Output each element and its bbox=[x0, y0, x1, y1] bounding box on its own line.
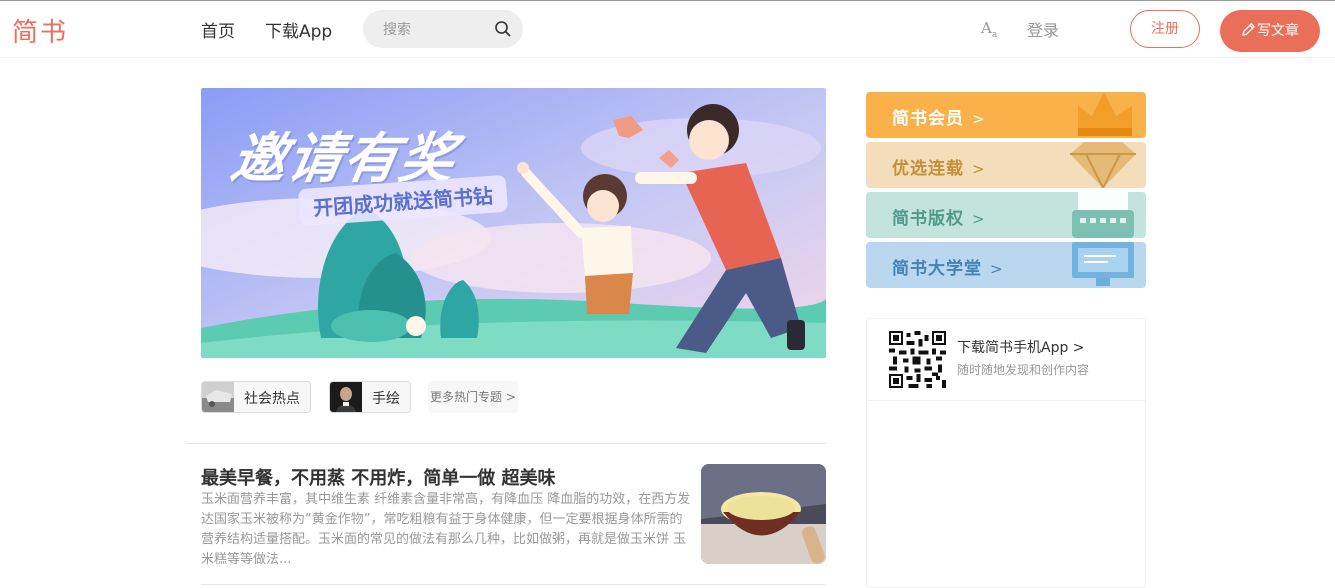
article-thumbnail[interactable] bbox=[701, 464, 826, 564]
sidebar-card-label: 简书会员 > bbox=[892, 104, 986, 129]
topic-thumbnail bbox=[202, 382, 234, 412]
chevron-right-icon: > bbox=[972, 160, 986, 178]
screen-icon bbox=[1072, 242, 1134, 286]
qr-code-icon bbox=[889, 331, 946, 388]
pencil-icon bbox=[1242, 23, 1255, 36]
search-box bbox=[363, 10, 523, 48]
sidebar-card-member[interactable]: 简书会员 > bbox=[866, 92, 1146, 138]
write-article-button[interactable]: 写文章 bbox=[1220, 10, 1320, 52]
card-title: 简书大学堂 bbox=[892, 259, 982, 279]
font-toggle-letter: A bbox=[981, 19, 992, 37]
login-link[interactable]: 登录 bbox=[1027, 17, 1059, 41]
crown-icon bbox=[1078, 92, 1132, 136]
article-divider bbox=[201, 584, 826, 585]
topic-thumbnail bbox=[330, 382, 362, 412]
download-app-title[interactable]: 下载简书手机App > bbox=[957, 337, 1085, 357]
register-button[interactable]: 注册 bbox=[1130, 10, 1200, 48]
card-title: 简书版权 bbox=[892, 209, 964, 229]
article-title[interactable]: 最美早餐，不用蒸 不用炸，简单一做 超美味 bbox=[201, 464, 556, 490]
search-icon[interactable] bbox=[494, 20, 512, 38]
sidebar-card-label: 简书版权 > bbox=[892, 204, 986, 229]
topic-label: 手绘 bbox=[372, 391, 400, 407]
font-toggle-sub-letter: a bbox=[991, 30, 998, 40]
sidebar-card-label: 优选连载 > bbox=[892, 154, 986, 179]
topic-label: 社会热点 bbox=[244, 391, 300, 407]
write-button-label: 写文章 bbox=[1257, 23, 1299, 39]
download-app-panel: 下载简书手机App > 随时随地发现和创作内容 bbox=[866, 318, 1146, 588]
sidebar-card-copyright[interactable]: 简书版权 > bbox=[866, 192, 1146, 238]
top-navbar: 简书 首页 下载App Aa 登录 注册 写文章 bbox=[0, 1, 1335, 58]
nav-home-link[interactable]: 首页 bbox=[201, 17, 235, 42]
topic-tag-hand-drawing[interactable]: 手绘 bbox=[329, 381, 411, 413]
card-title: 优选连载 bbox=[892, 159, 964, 179]
download-app-banner[interactable]: 下载简书手机App > 随时随地发现和创作内容 bbox=[867, 319, 1145, 401]
nav-download-app-link[interactable]: 下载App bbox=[265, 17, 332, 42]
typewriter-icon bbox=[1072, 192, 1134, 238]
article-abstract: 玉米面营养丰富，其中维生素 纤维素含量非常高，有降血压 降血脂的功效，在西方发达… bbox=[201, 492, 691, 567]
chevron-right-icon: > bbox=[972, 110, 986, 128]
sidebar-card-label: 简书大学堂 > bbox=[892, 254, 1004, 279]
content-divider bbox=[186, 443, 826, 444]
topic-tag-social-hotspot[interactable]: 社会热点 bbox=[201, 381, 311, 413]
sidebar-card-university[interactable]: 简书大学堂 > bbox=[866, 242, 1146, 288]
download-app-subtitle: 随时随地发现和创作内容 bbox=[957, 363, 1090, 377]
sidebar-card-serials[interactable]: 优选连载 > bbox=[866, 142, 1146, 188]
chevron-right-icon: > bbox=[972, 210, 986, 228]
search-input[interactable] bbox=[381, 19, 485, 41]
more-topics-link[interactable]: 更多热门专题 > bbox=[428, 381, 518, 413]
site-logo[interactable]: 简书 bbox=[12, 12, 68, 49]
promo-banner[interactable]: 邀请有奖 开团成功就送简书钻 bbox=[201, 88, 826, 358]
diamond-icon bbox=[1070, 142, 1136, 188]
card-title: 简书会员 bbox=[892, 109, 964, 129]
font-size-toggle-icon[interactable]: Aa bbox=[981, 19, 997, 40]
chevron-right-icon: > bbox=[990, 260, 1004, 278]
